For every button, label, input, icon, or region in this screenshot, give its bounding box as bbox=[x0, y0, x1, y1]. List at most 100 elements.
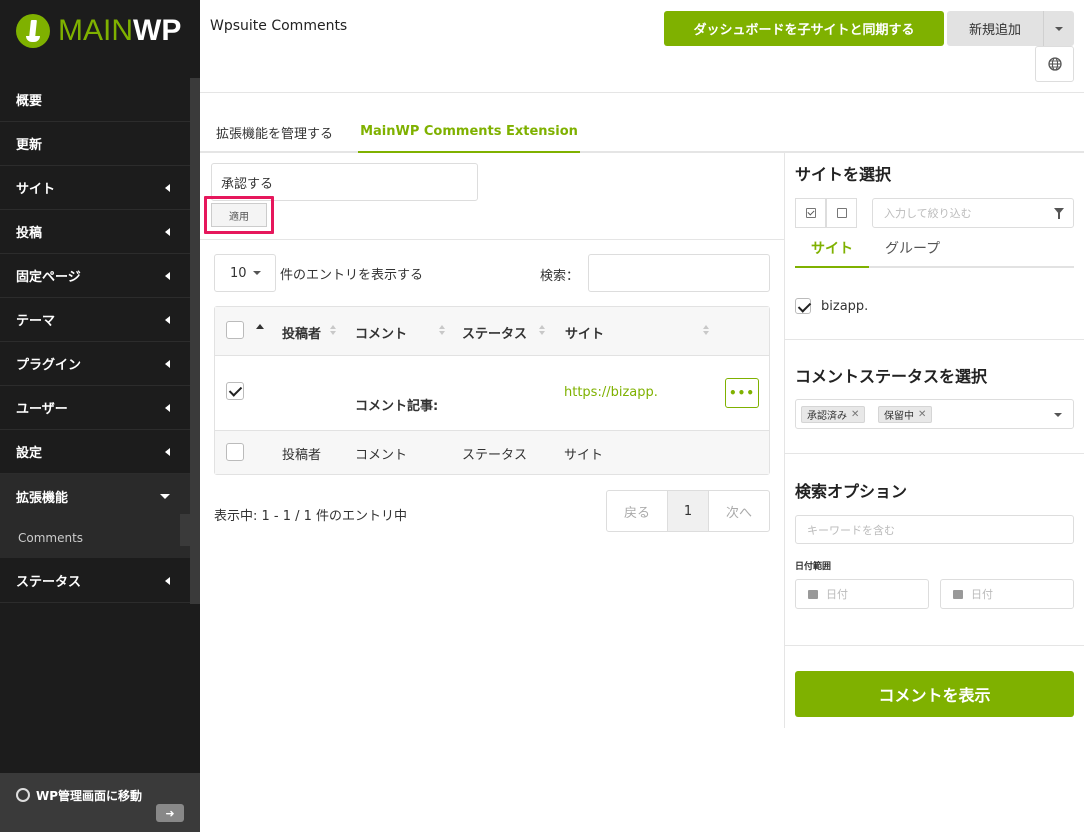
sidebar-item-themes[interactable]: テーマ bbox=[0, 298, 190, 342]
header-divider bbox=[200, 92, 1084, 93]
mainwp-logo-icon bbox=[16, 14, 50, 48]
caret-left-icon bbox=[165, 227, 170, 236]
keyword-input[interactable]: キーワードを含む bbox=[795, 515, 1074, 544]
chip-label: 承認済み bbox=[807, 411, 847, 422]
close-icon[interactable]: ✕ bbox=[918, 409, 926, 420]
comment-cell: コメント記事: bbox=[355, 399, 439, 414]
add-new-dropdown[interactable] bbox=[1043, 11, 1074, 46]
sort-ascending-icon[interactable] bbox=[256, 324, 264, 329]
tab-groups[interactable]: グループ bbox=[885, 238, 940, 258]
pagination: 戻る 1 次へ bbox=[606, 490, 770, 532]
caret-left-icon bbox=[165, 359, 170, 368]
column-author[interactable]: 投稿者 bbox=[282, 323, 321, 342]
sidebar-item-label: テーマ bbox=[16, 314, 56, 329]
select-all-checkbox[interactable] bbox=[226, 321, 244, 339]
comment-status-title: コメントステータスを選択 bbox=[795, 367, 988, 386]
entries-length-select[interactable]: 10 bbox=[214, 254, 276, 292]
close-icon[interactable]: ✕ bbox=[851, 409, 859, 420]
deselect-all-sites-button[interactable] bbox=[826, 198, 857, 228]
column-site[interactable]: サイト bbox=[565, 323, 604, 342]
sidebar-item-users[interactable]: ユーザー bbox=[0, 386, 190, 430]
exit-icon[interactable]: ➜ bbox=[156, 804, 184, 822]
caret-left-icon bbox=[165, 271, 170, 280]
add-new-label: 新規追加 bbox=[968, 23, 1021, 38]
sidebar-item-label: 投稿 bbox=[16, 226, 43, 241]
sidebar-item-updates[interactable]: 更新 bbox=[0, 122, 190, 166]
sidebar-item-sites[interactable]: サイト bbox=[0, 166, 190, 210]
date-placeholder: 日付 bbox=[971, 588, 993, 601]
sidebar-scrollbar[interactable] bbox=[190, 78, 200, 604]
section-divider bbox=[200, 239, 784, 240]
row-checkbox[interactable] bbox=[226, 382, 244, 400]
sidebar-subitem-label: Comments bbox=[18, 531, 84, 545]
footer-comment: コメント bbox=[355, 448, 408, 463]
panel-divider bbox=[785, 453, 1084, 454]
sort-icon[interactable] bbox=[330, 325, 336, 335]
wp-admin-label: WP管理画面に移動 bbox=[36, 789, 143, 803]
site-filter-input[interactable]: 入力して絞り込む bbox=[872, 198, 1074, 228]
table-info: 表示中: 1 - 1 / 1 件のエントリ中 bbox=[214, 509, 408, 524]
sidebar-item-status[interactable]: ステータス bbox=[0, 559, 190, 603]
globe-button[interactable] bbox=[1035, 46, 1074, 82]
site-link[interactable]: https://bizapp. bbox=[564, 385, 658, 400]
site-option[interactable]: bizapp. bbox=[795, 298, 868, 314]
wp-admin-link[interactable]: WP管理画面に移動 ➜ bbox=[0, 773, 200, 832]
tab-manage-extensions[interactable]: 拡張機能を管理する bbox=[216, 112, 333, 153]
sidebar-subitem-comments[interactable]: Comments bbox=[0, 518, 190, 559]
sidebar-item-label: プラグイン bbox=[16, 358, 82, 373]
sidebar-item-posts[interactable]: 投稿 bbox=[0, 210, 190, 254]
date-to-input[interactable]: 日付 bbox=[940, 579, 1074, 609]
chevron-down-icon bbox=[253, 271, 261, 275]
comments-table: 投稿者 コメント ステータス サイト コメント記事: https://bizap… bbox=[214, 306, 770, 475]
sync-dashboard-button[interactable]: ダッシュボードを子サイトと同期する bbox=[664, 11, 944, 46]
date-from-input[interactable]: 日付 bbox=[795, 579, 929, 609]
mainwp-logo[interactable]: MAINWP bbox=[0, 0, 200, 62]
row-actions-button[interactable]: ••• bbox=[725, 378, 759, 408]
content-divider bbox=[784, 153, 785, 728]
pagination-page-1[interactable]: 1 bbox=[667, 491, 709, 531]
entries-length-value: 10 bbox=[230, 265, 247, 281]
sidebar-item-settings[interactable]: 設定 bbox=[0, 430, 190, 474]
sort-icon[interactable] bbox=[703, 325, 709, 335]
comment-status-select[interactable]: 承認済み ✕ 保留中 ✕ bbox=[795, 399, 1074, 429]
sidebar-item-overview[interactable]: 概要 bbox=[0, 78, 190, 122]
select-all-footer-checkbox[interactable] bbox=[226, 443, 244, 461]
pagination-prev[interactable]: 戻る bbox=[607, 491, 667, 531]
checkbox-empty-icon bbox=[836, 208, 847, 218]
sidebar-item-extensions[interactable]: 拡張機能 bbox=[0, 474, 190, 518]
sidebar-item-label: 設定 bbox=[16, 446, 43, 461]
sidebar-item-plugins[interactable]: プラグイン bbox=[0, 342, 190, 386]
sort-icon[interactable] bbox=[439, 325, 445, 335]
column-comment[interactable]: コメント bbox=[355, 323, 407, 342]
status-chip-approved[interactable]: 承認済み ✕ bbox=[801, 406, 866, 423]
sort-icon[interactable] bbox=[539, 325, 545, 335]
select-site-title: サイトを選択 bbox=[795, 165, 892, 184]
chevron-down-icon bbox=[1055, 26, 1063, 31]
column-status[interactable]: ステータス bbox=[462, 323, 527, 342]
sidebar-nav: 概要 更新 サイト 投稿 固定ページ テーマ プラグイン ユーザー 設定 拡張機… bbox=[0, 78, 190, 603]
search-input[interactable] bbox=[588, 254, 770, 292]
site-checkbox[interactable] bbox=[795, 298, 811, 314]
show-comments-button[interactable]: コメントを表示 bbox=[795, 671, 1074, 717]
apply-button[interactable]: 適用 bbox=[211, 203, 267, 227]
wordpress-icon bbox=[16, 788, 30, 802]
pagination-next[interactable]: 次へ bbox=[709, 491, 769, 531]
tab-comments-extension[interactable]: MainWP Comments Extension bbox=[358, 112, 580, 153]
table-footer: 投稿者 コメント ステータス サイト bbox=[215, 431, 769, 474]
sidebar-item-label: 概要 bbox=[16, 94, 43, 109]
calendar-icon bbox=[953, 589, 963, 599]
footer-status: ステータス bbox=[462, 448, 528, 463]
add-new-button[interactable]: 新規追加 bbox=[947, 11, 1074, 46]
sidebar-item-label: 更新 bbox=[16, 138, 43, 153]
search-label: 検索： bbox=[540, 269, 580, 284]
caret-down-icon bbox=[160, 493, 170, 499]
sidebar: MAINWP 概要 更新 サイト 投稿 固定ページ テーマ プラグイン ユーザー… bbox=[0, 0, 200, 832]
sidebar-item-pages[interactable]: 固定ページ bbox=[0, 254, 190, 298]
tab-sites[interactable]: サイト bbox=[795, 238, 869, 268]
status-chip-pending[interactable]: 保留中 ✕ bbox=[878, 406, 933, 423]
logo-text-wp: WP bbox=[133, 14, 182, 47]
select-all-sites-button[interactable] bbox=[795, 198, 826, 228]
page-title: Wpsuite Comments bbox=[210, 18, 348, 34]
sidebar-scrollbar-thumb[interactable] bbox=[180, 514, 190, 546]
caret-left-icon bbox=[165, 403, 170, 412]
